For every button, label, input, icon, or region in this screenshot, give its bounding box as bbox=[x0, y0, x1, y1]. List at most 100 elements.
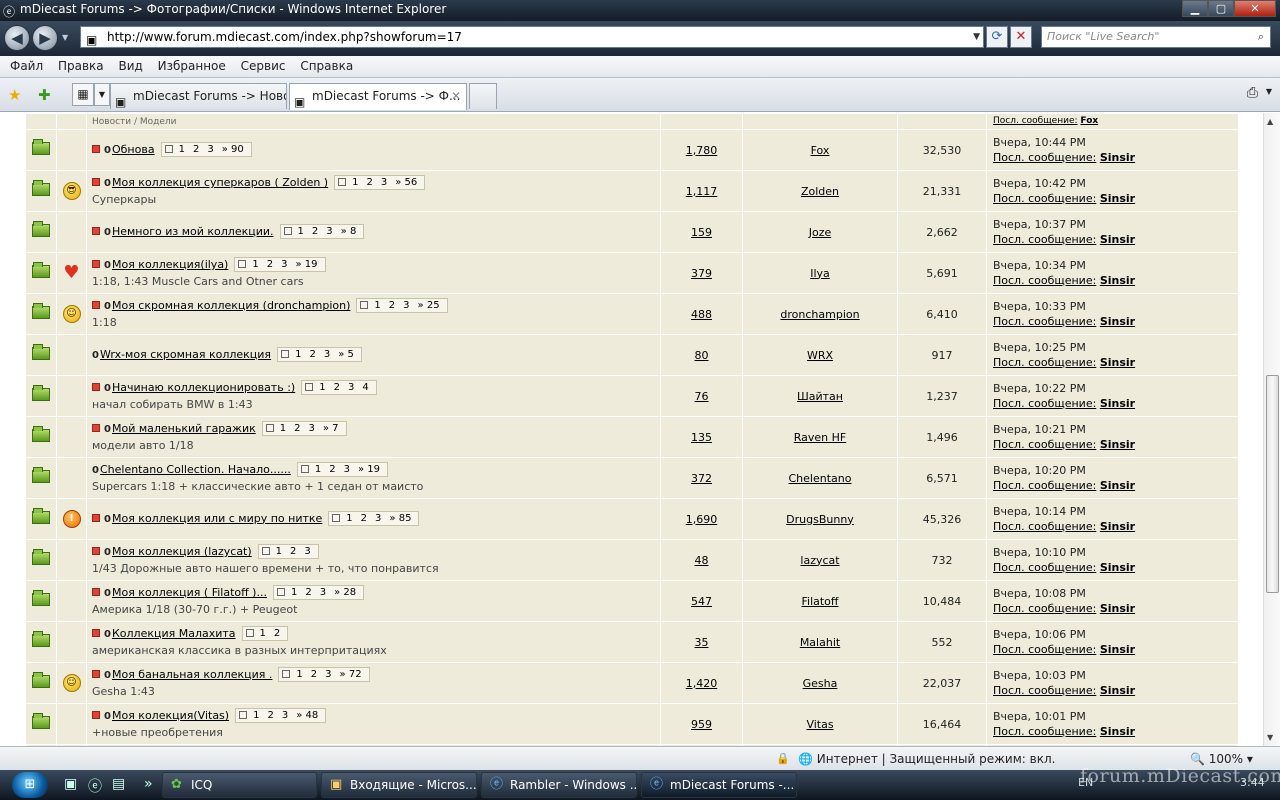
page-link[interactable]: 1 bbox=[253, 710, 259, 721]
replies-link[interactable]: 76 bbox=[695, 390, 709, 403]
page-link[interactable]: 1 bbox=[295, 349, 301, 360]
page-link[interactable]: 3 bbox=[320, 587, 326, 598]
page-link[interactable]: 2 bbox=[309, 349, 315, 360]
last-post-user[interactable]: Sinsir bbox=[1100, 725, 1135, 738]
topic-title-link[interactable]: Моя коллекция суперкаров ( Zolden ) bbox=[112, 176, 328, 189]
page-link[interactable]: » 90 bbox=[222, 144, 244, 155]
refresh-button[interactable]: ⟳ bbox=[986, 26, 1008, 48]
taskbar-button-rambler[interactable]: ⓔ Rambler - Windows ... bbox=[481, 772, 637, 798]
page-link[interactable]: 2 bbox=[334, 382, 340, 393]
tab-photos[interactable]: ▣ mDiecast Forums -> Ф... ✕ bbox=[289, 83, 467, 110]
replies-link[interactable]: 1,420 bbox=[686, 677, 718, 690]
page-link[interactable]: 1 bbox=[374, 300, 380, 311]
topic-title-link[interactable]: Моя колекция(Vitas) bbox=[112, 709, 229, 722]
replies-link[interactable]: 1,690 bbox=[686, 513, 718, 526]
address-bar[interactable]: ▣ http://www.forum.mdiecast.com/index.ph… bbox=[80, 26, 984, 48]
back-button[interactable]: ◀ bbox=[4, 25, 30, 51]
vertical-scrollbar[interactable]: ▲ ▼ bbox=[1263, 113, 1280, 746]
last-post-link[interactable]: Посл. сообщение: bbox=[993, 438, 1096, 451]
topic-title-link[interactable]: Chelentano Collection. Начало...... bbox=[100, 463, 291, 476]
page-link[interactable]: » 8 bbox=[341, 226, 357, 237]
printer-icon[interactable]: ⎙ bbox=[1247, 85, 1258, 101]
page-link[interactable]: 1 bbox=[179, 144, 185, 155]
last-post-link[interactable]: Посл. сообщение: bbox=[993, 684, 1096, 697]
quicklaunch-more-icon[interactable]: » bbox=[144, 776, 153, 792]
topic-title-link[interactable]: Wrx-моя скромная коллекция bbox=[100, 348, 271, 361]
page-link[interactable]: » 72 bbox=[340, 669, 362, 680]
last-post-user[interactable]: Sinsir bbox=[1100, 438, 1135, 451]
partial-last-label[interactable]: Посл. сообщение: bbox=[993, 116, 1078, 126]
close-window-button[interactable]: ✕ bbox=[1234, 0, 1276, 17]
replies-link[interactable]: 1,117 bbox=[686, 185, 718, 198]
last-post-link[interactable]: Посл. сообщение: bbox=[993, 315, 1096, 328]
security-zone[interactable]: 🌐 Интернет | Защищенный режим: вкл. bbox=[798, 747, 1055, 771]
tab-news[interactable]: ▣ mDiecast Forums -> Ново... bbox=[110, 83, 287, 109]
page-link[interactable]: 3 bbox=[381, 177, 387, 188]
replies-link[interactable]: 379 bbox=[691, 267, 712, 280]
page-link[interactable]: 3 bbox=[403, 300, 409, 311]
add-favorite-icon[interactable]: ✚ bbox=[38, 86, 51, 104]
topic-title-link[interactable]: Немного из мой коллекции. bbox=[112, 225, 274, 238]
page-link[interactable]: 2 bbox=[329, 464, 335, 475]
page-link[interactable]: 3 bbox=[207, 144, 213, 155]
replies-link[interactable]: 35 bbox=[695, 636, 709, 649]
page-link[interactable]: 2 bbox=[366, 177, 372, 188]
page-link[interactable]: 3 bbox=[344, 464, 350, 475]
page-link[interactable]: » 7 bbox=[323, 423, 339, 434]
stop-button[interactable]: ✕ bbox=[1010, 26, 1032, 48]
author-link[interactable]: Ilya bbox=[810, 267, 830, 280]
topic-title-link[interactable]: Коллекция Малахита bbox=[112, 627, 236, 640]
last-post-user[interactable]: Sinsir bbox=[1100, 151, 1135, 164]
page-link[interactable]: » 5 bbox=[338, 349, 354, 360]
tab-list-button[interactable]: ▼ bbox=[94, 83, 110, 106]
author-link[interactable]: Fox bbox=[811, 144, 830, 157]
replies-link[interactable]: 1,780 bbox=[686, 144, 718, 157]
close-tab-icon[interactable]: ✕ bbox=[451, 84, 461, 108]
page-link[interactable]: 3 bbox=[282, 710, 288, 721]
page-link[interactable]: 1 bbox=[276, 546, 282, 557]
last-post-user[interactable]: Sinsir bbox=[1100, 274, 1135, 287]
last-post-link[interactable]: Посл. сообщение: bbox=[993, 479, 1096, 492]
page-link[interactable]: » 19 bbox=[295, 259, 317, 270]
new-tab-button[interactable] bbox=[469, 83, 497, 109]
scroll-up-icon[interactable]: ▲ bbox=[1267, 117, 1273, 126]
search-input[interactable]: Поиск "Live Search" ⌕ bbox=[1041, 26, 1271, 48]
topic-title-link[interactable]: Моя коллекция ( Filatoff )... bbox=[112, 586, 267, 599]
page-link[interactable]: 2 bbox=[294, 423, 300, 434]
security-icon[interactable]: 🔒 bbox=[776, 747, 790, 771]
topic-title-link[interactable]: Моя коллекция или с миру по нитке bbox=[112, 512, 322, 525]
last-post-user[interactable]: Sinsir bbox=[1100, 561, 1135, 574]
page-link[interactable]: 1 bbox=[291, 587, 297, 598]
page-link[interactable]: 1 bbox=[298, 226, 304, 237]
page-link[interactable]: 3 bbox=[325, 669, 331, 680]
last-post-user[interactable]: Sinsir bbox=[1100, 397, 1135, 410]
page-link[interactable]: 1 bbox=[252, 259, 258, 270]
address-dropdown-icon[interactable]: ▼ bbox=[973, 27, 980, 47]
last-post-user[interactable]: Sinsir bbox=[1100, 192, 1135, 205]
page-link[interactable]: 3 bbox=[375, 513, 381, 524]
page-link[interactable]: » 85 bbox=[389, 513, 411, 524]
last-post-user[interactable]: Sinsir bbox=[1100, 356, 1135, 369]
author-link[interactable]: dronchampion bbox=[780, 308, 859, 321]
show-desktop-icon[interactable]: ▣ bbox=[64, 776, 77, 792]
last-post-link[interactable]: Посл. сообщение: bbox=[993, 356, 1096, 369]
page-link[interactable]: 1 bbox=[346, 513, 352, 524]
print-dropdown-icon[interactable]: ▼ bbox=[1266, 87, 1272, 96]
page-link[interactable]: 3 bbox=[326, 226, 332, 237]
page-link[interactable]: 2 bbox=[389, 300, 395, 311]
favorites-star-icon[interactable]: ★ bbox=[8, 86, 21, 104]
author-link[interactable]: lazycat bbox=[800, 554, 839, 567]
page-link[interactable]: 2 bbox=[267, 259, 273, 270]
page-link[interactable]: 2 bbox=[312, 226, 318, 237]
last-post-user[interactable]: Sinsir bbox=[1100, 479, 1135, 492]
replies-link[interactable]: 135 bbox=[691, 431, 712, 444]
author-link[interactable]: Filatoff bbox=[801, 595, 838, 608]
maximize-button[interactable]: ▢ bbox=[1208, 0, 1234, 17]
menu-favorites[interactable]: Избранное bbox=[158, 56, 226, 77]
scrollbar-thumb[interactable] bbox=[1266, 375, 1279, 593]
last-post-link[interactable]: Посл. сообщение: bbox=[993, 643, 1096, 656]
page-link[interactable]: » 56 bbox=[395, 177, 417, 188]
author-link[interactable]: Zolden bbox=[801, 185, 839, 198]
start-button[interactable]: ⊞ bbox=[12, 772, 48, 798]
page-link[interactable]: 2 bbox=[274, 628, 280, 639]
